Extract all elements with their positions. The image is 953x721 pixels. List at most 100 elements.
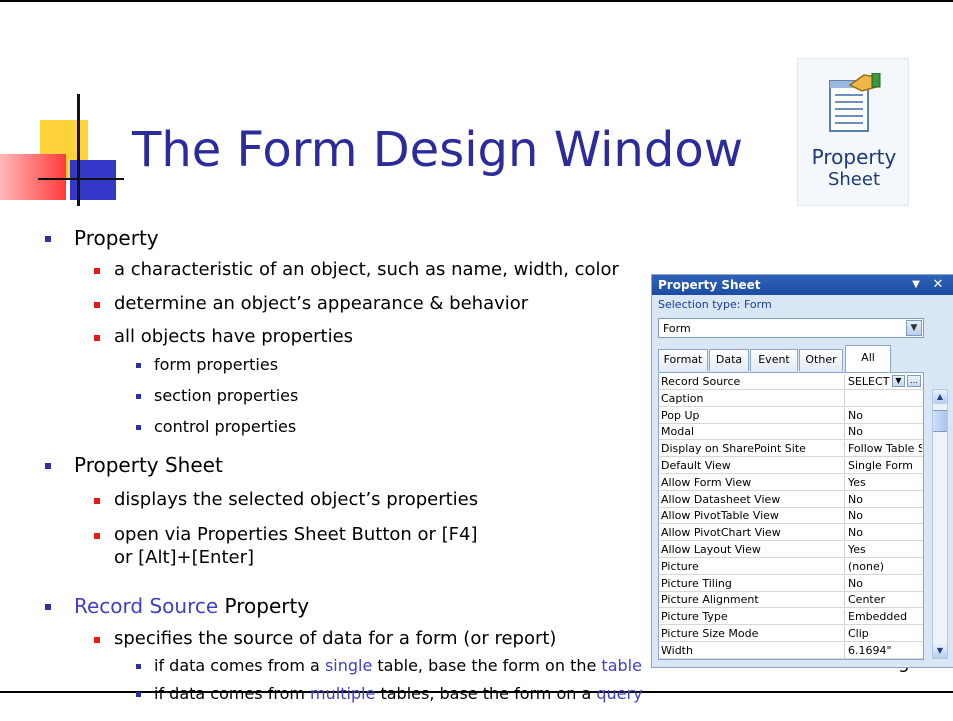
- property-name: Allow Layout View: [661, 543, 761, 556]
- property-value[interactable]: Embedded: [848, 610, 922, 623]
- property-value[interactable]: No: [848, 493, 922, 506]
- bullet-property-sheet-open-cont: or [Alt]+[Enter]: [114, 547, 254, 568]
- bullet-marker: [94, 335, 100, 341]
- close-icon[interactable]: ✕: [930, 277, 946, 293]
- bullet-record-source-definition: specifies the source of data for a form …: [114, 628, 557, 649]
- property-name: Picture Tiling: [661, 576, 732, 590]
- property-name: Allow Datasheet View: [661, 492, 781, 506]
- rule-highlight-query: query: [596, 684, 643, 703]
- property-name: Width: [661, 643, 693, 657]
- column-divider: [844, 642, 845, 658]
- tab-other[interactable]: Other: [799, 349, 843, 371]
- property-sheet-ribbon-button[interactable]: Property Sheet: [797, 58, 909, 206]
- bullet-marker: [136, 664, 141, 669]
- property-value[interactable]: No: [848, 425, 922, 438]
- record-source-chevron-down-icon[interactable]: ▼: [892, 375, 905, 387]
- object-selector-value: Form: [663, 322, 691, 335]
- rule-highlight-multiple: multiple: [310, 684, 376, 703]
- property-value[interactable]: No: [848, 509, 922, 522]
- property-value[interactable]: (none): [848, 560, 922, 573]
- ribbon-button-label-line1: Property: [811, 145, 897, 169]
- title-ornament-vertical-line: [77, 94, 80, 206]
- property-row[interactable]: Picture Alignment Center: [659, 592, 923, 609]
- property-row[interactable]: Display on SharePoint Site Follow Table S: [659, 441, 923, 458]
- tab-event[interactable]: Event: [750, 349, 798, 371]
- property-name: Display on SharePoint Site: [661, 442, 806, 456]
- property-sheet-panel: Property Sheet ▼ ✕ Selection type: Form …: [651, 274, 953, 668]
- bullet-marker: [45, 463, 51, 469]
- property-row[interactable]: Allow Layout View Yes: [659, 542, 923, 558]
- slide-title: The Form Design Window: [132, 122, 743, 178]
- property-value[interactable]: Single Form: [848, 459, 922, 472]
- property-row[interactable]: Record Source SELECT [▼…: [659, 374, 923, 390]
- property-name: Caption: [661, 391, 704, 405]
- bullet-property: Property: [74, 226, 159, 250]
- property-row[interactable]: Allow Form View Yes: [659, 474, 923, 491]
- property-name: Default View: [661, 459, 731, 472]
- column-divider: [844, 575, 845, 591]
- bullet-form-properties: form properties: [154, 355, 279, 374]
- column-divider: [844, 441, 845, 457]
- column-divider: [844, 525, 845, 541]
- bullet-marker: [45, 236, 51, 242]
- property-sheet-title: Property Sheet: [658, 278, 761, 292]
- panel-menu-chevron-down-icon[interactable]: ▼: [908, 277, 924, 293]
- property-value[interactable]: No: [848, 409, 922, 422]
- property-value[interactable]: No: [848, 526, 922, 539]
- object-selector-dropdown[interactable]: Form ▼: [658, 318, 924, 338]
- column-divider: [844, 508, 845, 524]
- property-row[interactable]: Pop Up No: [659, 407, 923, 424]
- property-value[interactable]: Clip: [848, 627, 922, 640]
- property-row[interactable]: Allow PivotTable View No: [659, 508, 923, 525]
- column-divider: [844, 458, 845, 473]
- column-divider: [844, 474, 845, 490]
- tab-all[interactable]: All: [845, 345, 891, 372]
- property-row[interactable]: Picture Tiling No: [659, 575, 923, 592]
- property-name: Allow PivotTable View: [661, 509, 779, 523]
- property-row[interactable]: Caption: [659, 390, 923, 407]
- property-value[interactable]: Yes: [848, 543, 922, 556]
- property-name: Picture Size Mode: [661, 627, 759, 640]
- property-row[interactable]: Width 6.1694": [659, 642, 923, 659]
- bullet-marker: [94, 302, 100, 308]
- bullet-property-purpose: determine an object’s appearance & behav…: [114, 293, 529, 314]
- property-value[interactable]: Follow Table S: [848, 442, 922, 455]
- title-ornament-horizontal-line: [38, 178, 124, 180]
- property-row[interactable]: Default View Single Form: [659, 458, 923, 474]
- bullet-marker: [94, 533, 100, 539]
- record-source-rest: Property: [218, 594, 310, 618]
- builder-ellipsis-button[interactable]: …: [907, 375, 921, 387]
- property-row[interactable]: Allow PivotChart View No: [659, 525, 923, 542]
- bullet-property-sheet: Property Sheet: [74, 453, 223, 477]
- scroll-up-icon[interactable]: ▲: [933, 390, 947, 404]
- top-rule: [0, 0, 953, 2]
- column-divider: [844, 542, 845, 557]
- tab-format[interactable]: Format: [658, 349, 708, 371]
- property-grid-scrollbar[interactable]: ▲ ▼: [932, 389, 948, 659]
- property-value[interactable]: Yes: [848, 476, 922, 489]
- scrollbar-thumb[interactable]: [933, 410, 947, 432]
- bullet-control-properties: control properties: [154, 417, 297, 436]
- column-divider: [844, 592, 845, 608]
- property-name: Modal: [661, 425, 694, 439]
- column-divider: [844, 491, 845, 507]
- bullet-property-sheet-open: open via Properties Sheet Button or [F4]: [114, 524, 478, 545]
- column-divider: [844, 374, 845, 389]
- scroll-down-icon[interactable]: ▼: [933, 644, 947, 658]
- property-value[interactable]: Center: [848, 593, 922, 606]
- rule-text: if data comes from: [154, 684, 311, 703]
- bullet-single-table-rule: if data comes from a single table, base …: [154, 656, 642, 676]
- property-name: Pop Up: [661, 408, 700, 422]
- property-row[interactable]: Picture (none): [659, 558, 923, 575]
- tab-data[interactable]: Data: [709, 349, 749, 371]
- property-value[interactable]: 6.1694": [848, 644, 922, 657]
- property-row[interactable]: Allow Datasheet View No: [659, 491, 923, 508]
- title-ornament-red: [0, 154, 66, 200]
- property-row[interactable]: Modal No: [659, 424, 923, 441]
- chevron-down-icon[interactable]: ▼: [906, 320, 922, 336]
- column-divider: [844, 390, 845, 406]
- rule-text: tables, base the form on a: [375, 684, 597, 703]
- property-row[interactable]: Picture Type Embedded: [659, 609, 923, 626]
- property-row[interactable]: Picture Size Mode Clip: [659, 626, 923, 642]
- property-value[interactable]: No: [848, 577, 922, 590]
